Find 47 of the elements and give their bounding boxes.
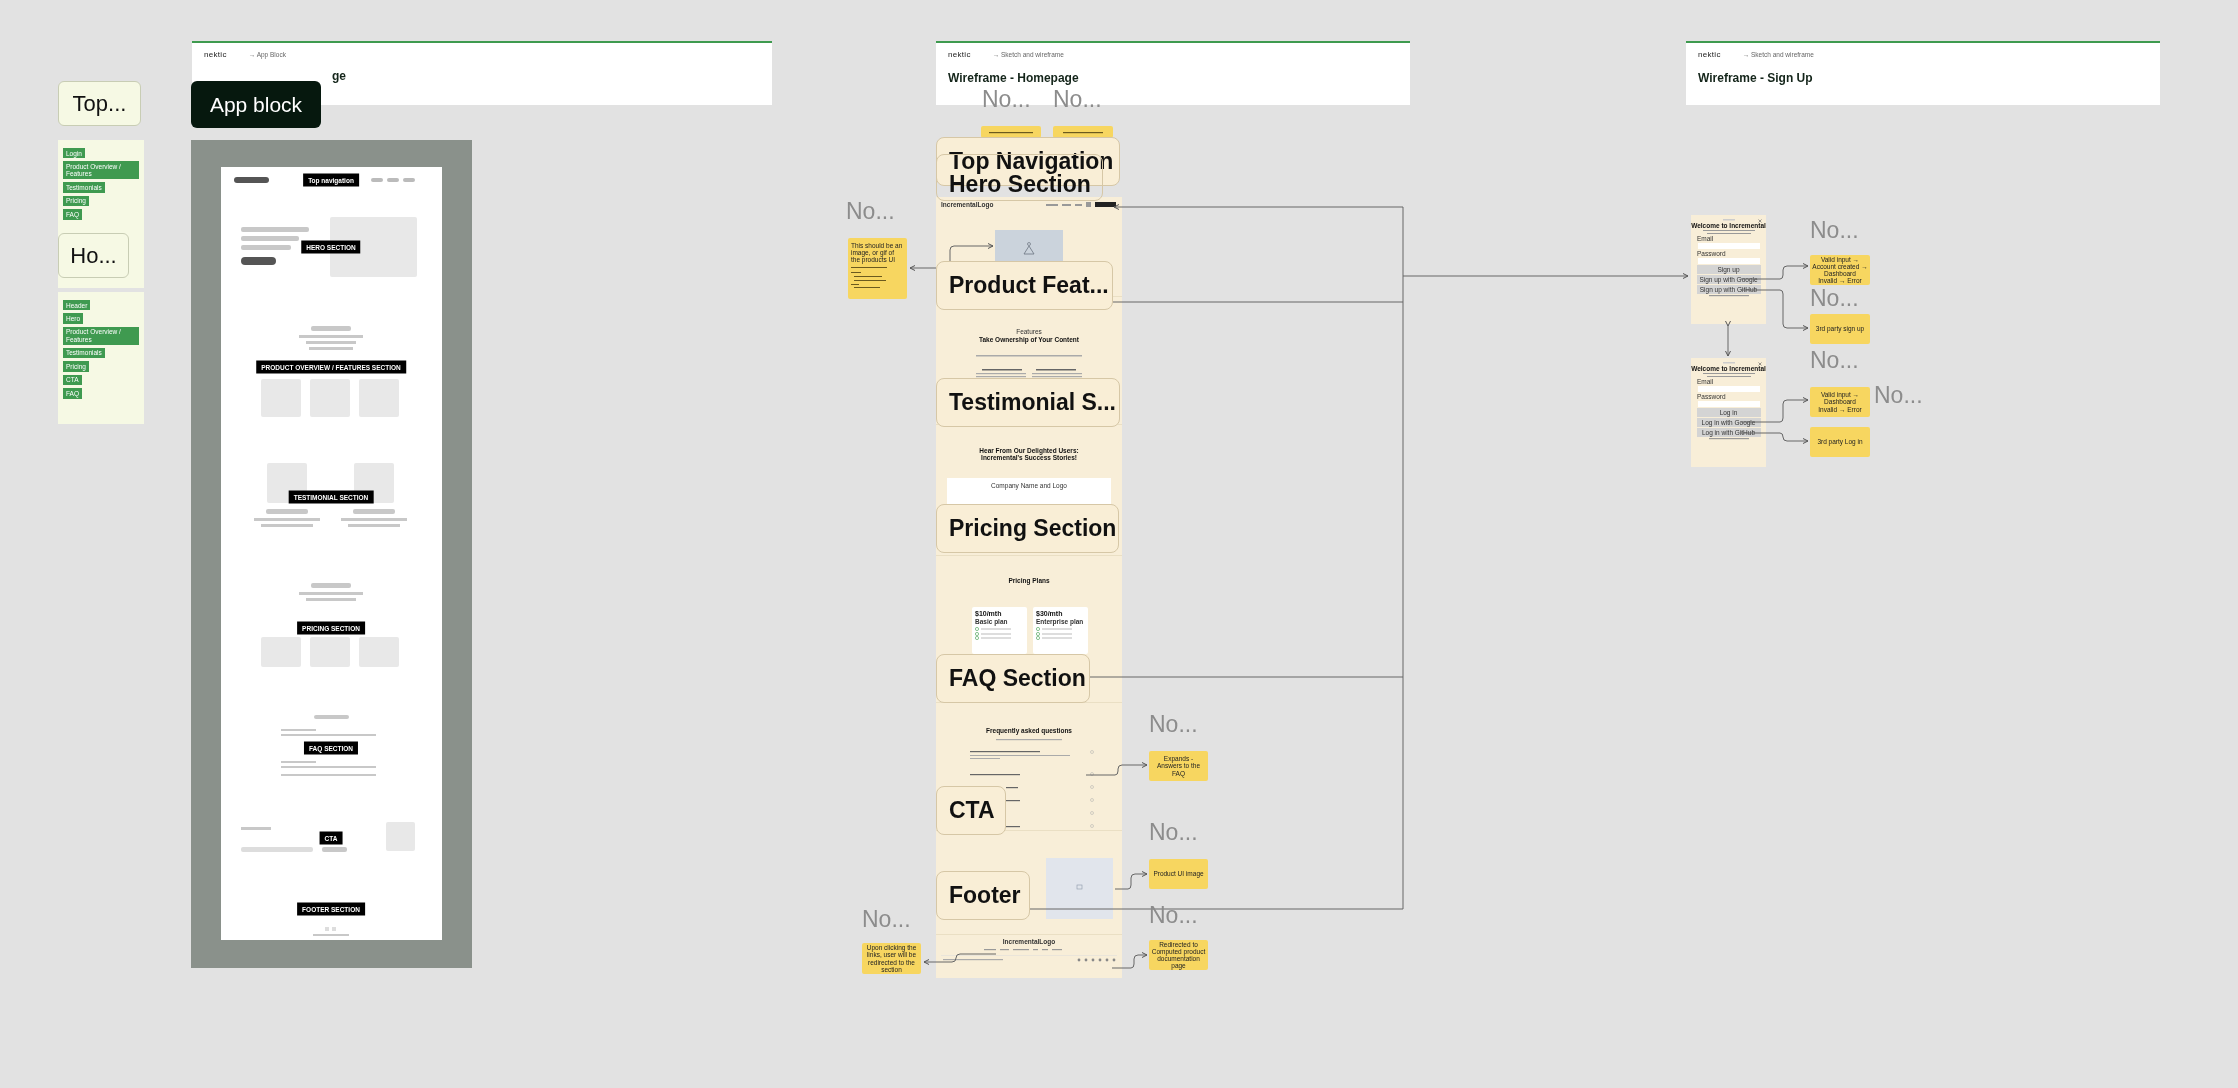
brand-logo: nektic <box>204 50 227 59</box>
close-icon[interactable] <box>1758 362 1762 366</box>
section-label: CTA <box>936 786 1006 835</box>
note-author: No... <box>846 200 895 223</box>
note-author: No... <box>982 88 1031 111</box>
description-drawing <box>1700 373 1757 377</box>
section-label: Footer <box>936 871 1030 920</box>
frame-title: Wireframe - Sign Up <box>1698 71 1813 85</box>
note-author: No... <box>1874 384 1923 407</box>
note-author: No... <box>862 908 911 931</box>
frame-title: Wireframe - Homepage <box>948 71 1079 85</box>
email-field[interactable] <box>1697 243 1760 250</box>
group-label: Top... <box>58 81 141 126</box>
connector-line <box>909 265 937 271</box>
connector-line <box>1725 320 1731 357</box>
description-drawing <box>1700 230 1757 234</box>
note-author: No... <box>1149 904 1198 927</box>
switch-link-drawing <box>1708 438 1749 441</box>
connector-line <box>1111 952 1148 969</box>
note-author: No... <box>1149 713 1198 736</box>
connector-line <box>949 243 994 263</box>
logo-placeholder-drawing <box>1722 218 1735 221</box>
image-placeholder-icon <box>1046 858 1113 919</box>
section-label: FAQ Section <box>936 654 1090 703</box>
note-author: No... <box>1149 821 1198 844</box>
logo-placeholder-drawing <box>1722 361 1735 364</box>
password-field[interactable] <box>1697 258 1760 265</box>
password-field[interactable] <box>1697 401 1760 408</box>
brand-logo: nektic <box>1698 50 1721 59</box>
section-label: Product Feat... <box>936 261 1113 310</box>
group-label: Ho... <box>58 233 129 278</box>
sticky-note <box>1053 126 1113 138</box>
switch-link-drawing <box>1708 295 1749 298</box>
frame-title: ge <box>332 69 346 83</box>
note-author: No... <box>1810 219 1859 242</box>
section-label: Testimonial S... <box>936 378 1120 427</box>
email-field[interactable] <box>1697 386 1760 393</box>
brand-logo: nektic <box>948 50 971 59</box>
note-author: No... <box>1810 349 1859 372</box>
note-author: No... <box>1053 88 1102 111</box>
image-placeholder-icon <box>995 230 1063 263</box>
nav-links-drawing <box>1046 201 1116 208</box>
section-label: Pricing Section <box>936 504 1119 553</box>
note-author: No... <box>1810 287 1859 310</box>
close-icon[interactable] <box>1758 219 1762 223</box>
sticky-note <box>981 126 1041 138</box>
block-tag: App block <box>191 81 321 128</box>
